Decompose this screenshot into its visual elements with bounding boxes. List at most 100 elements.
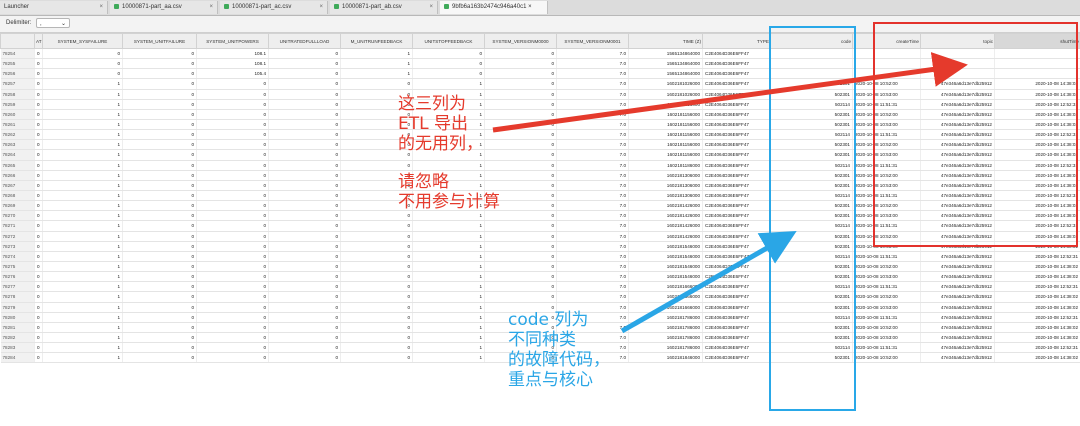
- table-cell[interactable]: 0: [122, 332, 197, 344]
- table-cell[interactable]: 7.0: [556, 241, 629, 252]
- table-cell[interactable]: 1: [412, 231, 485, 242]
- table-cell[interactable]: 0: [196, 241, 269, 252]
- table-cell[interactable]: 7.0: [556, 48, 629, 60]
- table-cell[interactable]: 0: [34, 342, 43, 354]
- table-cell[interactable]: 0: [268, 251, 341, 262]
- row-index-cell[interactable]: 78278: [0, 291, 35, 303]
- table-cell[interactable]: 2020-10-08 10:52:00: [852, 261, 921, 273]
- table-cell[interactable]: 0: [340, 261, 413, 273]
- table-cell[interactable]: 1602181426000: [628, 200, 703, 212]
- table-cell[interactable]: 2020-10-08 10:53:00: [852, 332, 921, 344]
- row-index-cell[interactable]: 78257: [0, 78, 35, 90]
- table-cell[interactable]: 2020-10-08 14:38:02: [994, 291, 1080, 303]
- table-cell[interactable]: 108.1: [196, 48, 269, 60]
- table-cell[interactable]: 0: [196, 302, 269, 313]
- table-cell[interactable]: 0: [268, 78, 341, 90]
- table-cell[interactable]: 1: [42, 200, 123, 212]
- row-index-cell[interactable]: 78275: [0, 261, 35, 273]
- table-cell[interactable]: 0: [268, 149, 341, 161]
- row-index-cell[interactable]: 78273: [0, 241, 35, 252]
- table-cell[interactable]: 0: [268, 48, 341, 60]
- table-cell[interactable]: 0: [340, 302, 413, 313]
- table-cell[interactable]: 1: [42, 241, 123, 252]
- table-cell[interactable]: 0: [340, 312, 413, 323]
- table-cell[interactable]: 1: [412, 342, 485, 354]
- table-cell[interactable]: 0: [196, 281, 269, 293]
- table-cell[interactable]: 7.0: [556, 139, 629, 151]
- table-cell[interactable]: 2020-10-08 10:52:00: [852, 352, 921, 364]
- table-cell[interactable]: 0: [412, 58, 485, 70]
- table-cell[interactable]: 0: [196, 109, 269, 120]
- table-cell[interactable]: 0: [122, 312, 197, 323]
- table-cell[interactable]: 1: [412, 352, 485, 364]
- table-cell[interactable]: 47e346a6d13e7db25912: [920, 302, 995, 313]
- row-index-cell[interactable]: 78272: [0, 231, 35, 242]
- row-index-cell[interactable]: 78268: [0, 190, 35, 202]
- table-cell[interactable]: 1: [42, 119, 123, 131]
- table-cell[interactable]: 0: [484, 251, 557, 262]
- table-cell[interactable]: C2E4064D36E6FF47: [702, 251, 771, 262]
- table-cell[interactable]: 1: [340, 68, 413, 80]
- table-cell[interactable]: 2020-10-08 10:52:00: [852, 322, 921, 333]
- table-cell[interactable]: 1: [412, 322, 485, 333]
- table-cell[interactable]: 47e346a6d13e7db25912: [920, 251, 995, 262]
- row-index-cell[interactable]: 78270: [0, 210, 35, 222]
- table-cell[interactable]: 0: [122, 251, 197, 262]
- row-index-cell[interactable]: 78264: [0, 149, 35, 161]
- tab-part-ac[interactable]: 10000871-part_ac.csv ×: [220, 1, 328, 14]
- table-cell[interactable]: 0: [340, 241, 413, 252]
- table-cell[interactable]: 1602181426000: [628, 231, 703, 242]
- table-cell[interactable]: 7.0: [556, 190, 629, 202]
- table-cell[interactable]: 2020-10-08 11:51:31: [852, 312, 921, 323]
- table-cell[interactable]: 0: [484, 68, 557, 80]
- table-cell[interactable]: 1602181156000: [628, 139, 703, 151]
- table-row[interactable]: 78274 0 1 0 0 0 0 1 0 7.0 1602181546000 C2E4064D36E…: [0, 251, 1080, 262]
- table-cell[interactable]: 2020-10-08 14:38:02: [994, 322, 1080, 333]
- table-cell[interactable]: 7.0: [556, 149, 629, 161]
- table-cell[interactable]: 0: [412, 48, 485, 60]
- table-row[interactable]: 78276 0 1 0 0 0 0 1 0 7.0 1602181546000 C2E4064D36E…: [0, 271, 1080, 283]
- table-cell[interactable]: 7.0: [556, 291, 629, 303]
- table-cell[interactable]: 0: [196, 210, 269, 222]
- table-cell[interactable]: 1602181156000: [628, 149, 703, 161]
- table-cell[interactable]: 47e346a6d13e7db25912: [920, 332, 995, 344]
- column-header[interactable]: UNITRATEDFULLLOAD: [268, 33, 341, 49]
- table-cell[interactable]: 47e346a6d13e7db25912: [920, 291, 995, 303]
- column-header[interactable]: SYSTEM_SYSFAILURE: [42, 33, 123, 49]
- row-index-cell[interactable]: 78281: [0, 322, 35, 333]
- table-cell[interactable]: 1: [412, 271, 485, 283]
- row-index-cell[interactable]: 78269: [0, 200, 35, 212]
- table-cell[interactable]: 1: [42, 342, 123, 354]
- table-cell[interactable]: 1602181026000: [628, 78, 703, 90]
- table-row[interactable]: 78275 0 1 0 0 0 0 1 0 7.0 1602181546000 C2E4064D36E…: [0, 261, 1080, 273]
- close-icon[interactable]: ×: [319, 1, 323, 14]
- row-index-cell[interactable]: 78259: [0, 99, 35, 110]
- table-cell[interactable]: 2020-10-08 10:53:00: [852, 271, 921, 283]
- table-cell[interactable]: C2E4064D36E6FF47: [702, 68, 771, 80]
- table-cell[interactable]: 0: [34, 332, 43, 344]
- table-cell[interactable]: 7.0: [556, 89, 629, 100]
- table-cell[interactable]: 7.0: [556, 220, 629, 232]
- table-cell[interactable]: 0: [196, 149, 269, 161]
- column-header[interactable]: SYSTEM_VERSIONM0001: [556, 33, 629, 49]
- row-index-cell[interactable]: 78256: [0, 68, 35, 80]
- table-cell[interactable]: 0: [122, 302, 197, 313]
- table-cell[interactable]: 0: [340, 342, 413, 354]
- table-cell[interactable]: 0: [340, 352, 413, 364]
- table-cell[interactable]: 0: [196, 332, 269, 344]
- table-cell[interactable]: 0: [340, 271, 413, 283]
- table-cell[interactable]: 7.0: [556, 180, 629, 191]
- row-index-cell[interactable]: 78283: [0, 342, 35, 354]
- table-cell[interactable]: C2E4064D36E6FF47: [702, 149, 771, 161]
- table-cell[interactable]: 0: [122, 68, 197, 80]
- table-cell[interactable]: 0: [340, 251, 413, 262]
- row-index-cell[interactable]: 78284: [0, 352, 35, 364]
- table-cell[interactable]: 0: [196, 291, 269, 303]
- table-cell[interactable]: 0: [412, 68, 485, 80]
- table-cell[interactable]: 7.0: [556, 160, 629, 171]
- table-cell[interactable]: 0: [34, 190, 43, 202]
- table-cell[interactable]: 0: [196, 129, 269, 141]
- table-cell[interactable]: 0: [196, 251, 269, 262]
- table-cell[interactable]: 47e346a6d13e7db25912: [920, 271, 995, 283]
- table-cell[interactable]: 1: [412, 220, 485, 232]
